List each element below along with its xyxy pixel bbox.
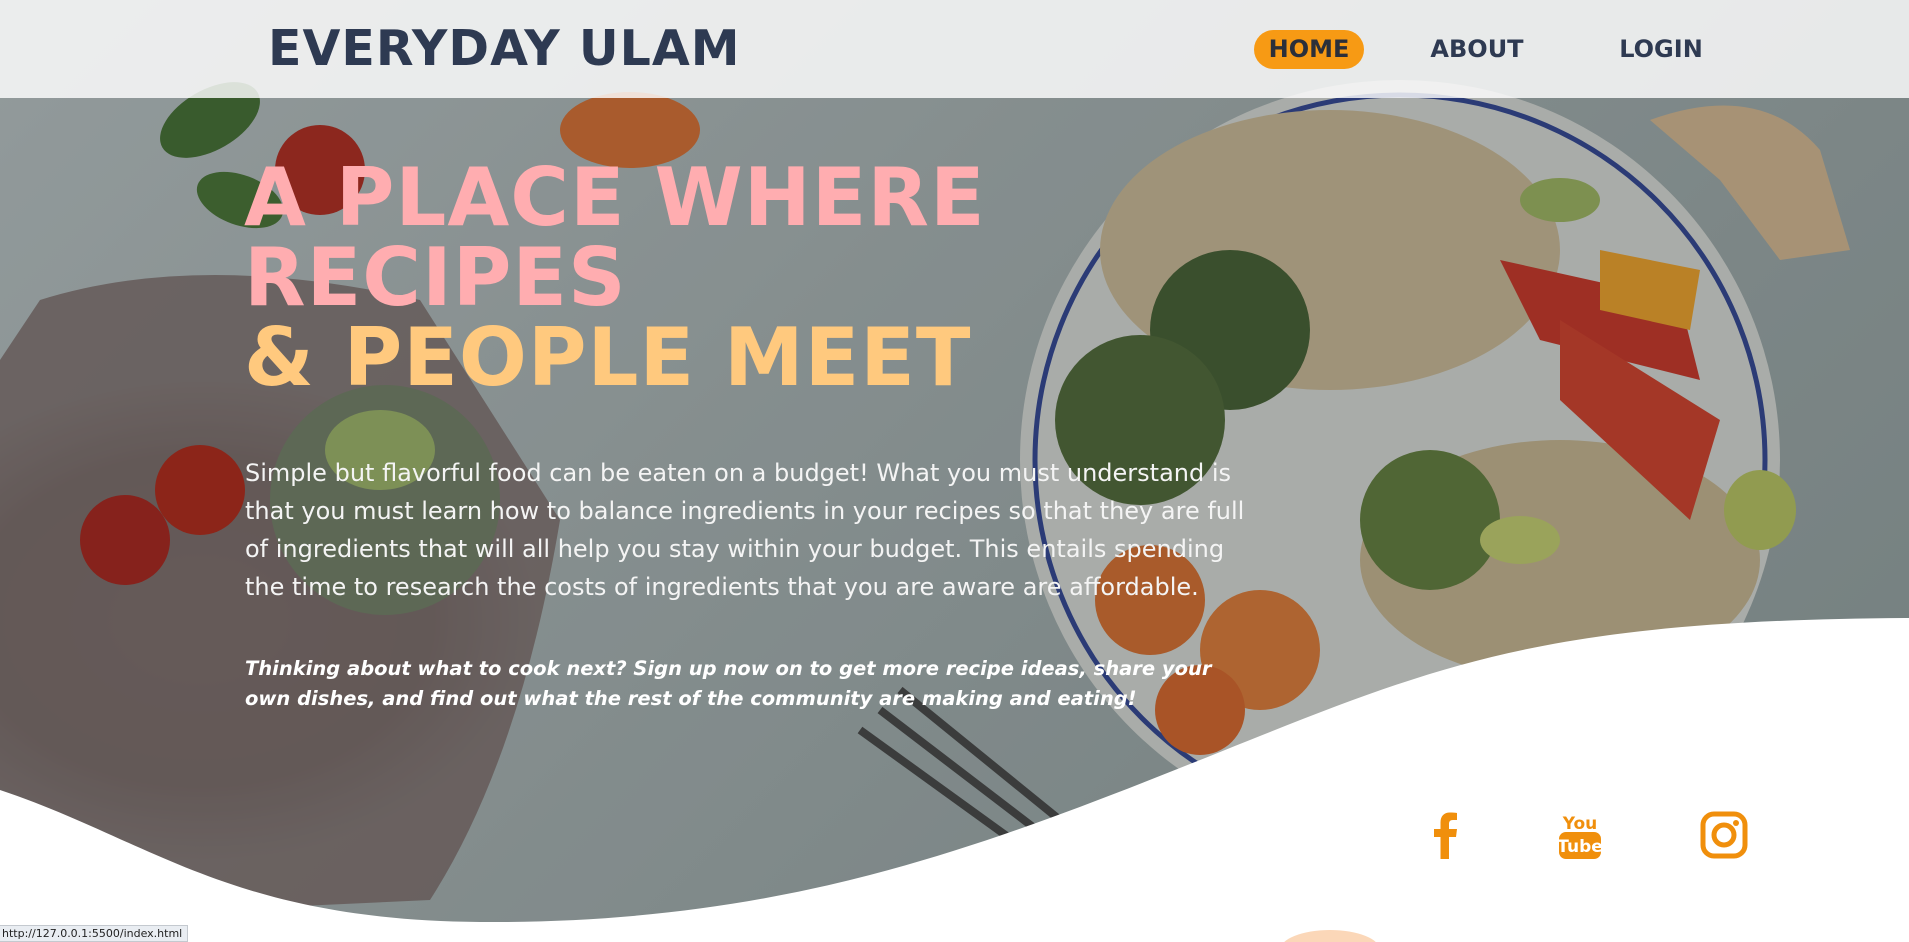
facebook-link[interactable] xyxy=(1416,805,1476,865)
youtube-icon: You Tube xyxy=(1557,814,1603,859)
youtube-icon-text-bottom: Tube xyxy=(1557,837,1603,857)
facebook-icon xyxy=(1434,812,1457,859)
instagram-link[interactable] xyxy=(1694,805,1754,865)
browser-status-url: http://127.0.0.1:5500/index.html xyxy=(0,925,189,942)
youtube-icon-text-top: You xyxy=(1562,814,1598,834)
instagram-icon xyxy=(1700,811,1748,859)
youtube-link[interactable]: You Tube xyxy=(1550,805,1610,865)
wave-divider xyxy=(0,618,1909,942)
